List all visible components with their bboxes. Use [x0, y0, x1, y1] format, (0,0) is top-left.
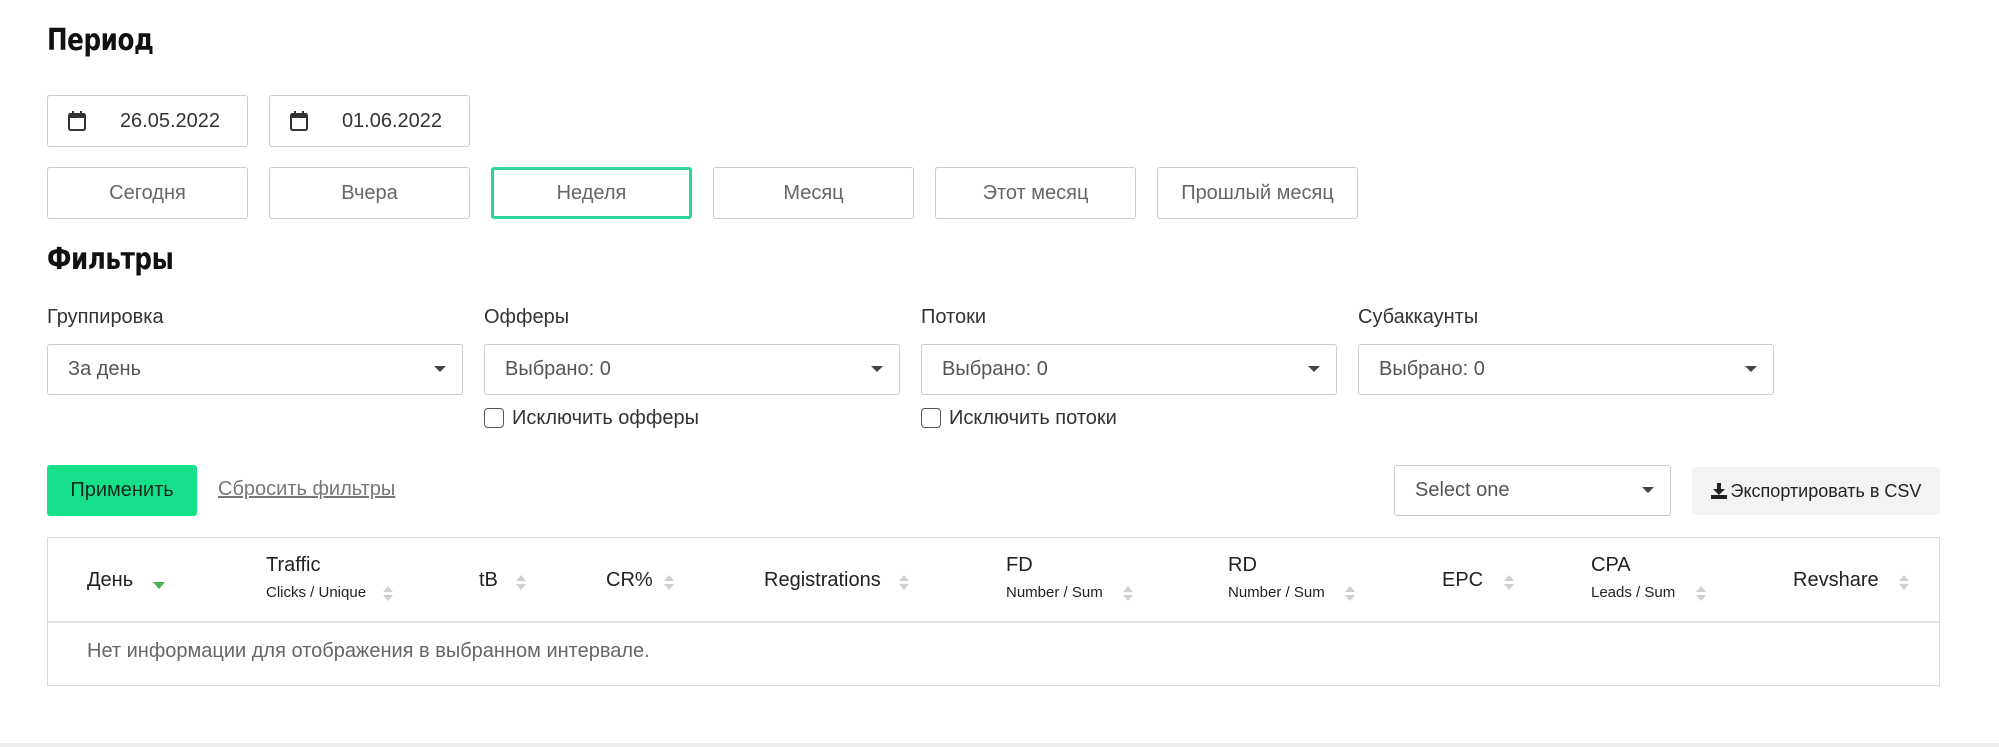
exclude-streams-label: Исключить потоки [949, 406, 1117, 429]
column-sublabel: Leads / Sum [1591, 584, 1676, 601]
page-bottom-divider [0, 743, 1999, 747]
column-header-registrations[interactable]: Registrations [764, 538, 924, 623]
column-label: FD [1006, 554, 1033, 576]
streams-value: Выбрано: 0 [942, 358, 1048, 380]
subaccounts-select[interactable]: Выбрано: 0 [1358, 344, 1774, 395]
sort-icon [516, 575, 526, 591]
sort-icon [1696, 586, 1706, 602]
column-header-tb[interactable]: tB [479, 538, 549, 623]
preset-yesterday-button[interactable]: Вчера [269, 167, 470, 219]
statistics-table: День Traffic Clicks / Unique tB CR% Regi… [47, 537, 1940, 686]
sort-icon [383, 586, 393, 602]
grouping-value: За день [68, 358, 142, 380]
preset-month-button[interactable]: Месяц [713, 167, 914, 219]
table-header: День Traffic Clicks / Unique tB CR% Regi… [48, 538, 1939, 623]
column-header-fd[interactable]: FD Number / Sum [1006, 538, 1146, 623]
caret-down-icon [1642, 487, 1654, 493]
columns-select[interactable]: Select one [1394, 465, 1671, 516]
sort-icon [1345, 586, 1355, 602]
column-sublabel: Number / Sum [1228, 584, 1325, 601]
column-label: Traffic [266, 554, 321, 576]
offers-label: Офферы [484, 306, 570, 328]
empty-table-message: Нет информации для отображения в выбранн… [87, 640, 650, 662]
sort-icon [1899, 575, 1909, 591]
column-label: tB [479, 569, 498, 591]
preset-this-month-button[interactable]: Этот месяц [935, 167, 1136, 219]
preset-today-button[interactable]: Сегодня [47, 167, 248, 219]
column-label: CPA [1591, 554, 1631, 576]
column-label: Revshare [1793, 569, 1879, 591]
export-csv-button[interactable]: Экспортировать в CSV [1692, 467, 1940, 515]
date-to-input[interactable]: 01.06.2022 [269, 95, 470, 147]
column-label: День [87, 569, 134, 591]
apply-button[interactable]: Применить [47, 465, 197, 516]
period-title: Период [47, 23, 154, 58]
calendar-icon [290, 111, 308, 131]
column-label: RD [1228, 554, 1257, 576]
column-sublabel: Number / Sum [1006, 584, 1103, 601]
sort-icon [899, 575, 909, 591]
preset-week-button[interactable]: Неделя [491, 167, 692, 219]
grouping-label: Группировка [47, 306, 164, 328]
column-label: Registrations [764, 569, 881, 591]
streams-label: Потоки [921, 306, 987, 328]
sort-desc-active-icon [153, 582, 165, 589]
sort-icon [1123, 586, 1133, 602]
statistics-page: Период 26.05.2022 01.06.2022 Сегодня Вче… [0, 0, 1999, 747]
column-sublabel: Clicks / Unique [266, 584, 367, 601]
exclude-offers-checkbox[interactable] [484, 408, 504, 428]
column-header-cpa[interactable]: CPA Leads / Sum [1591, 538, 1721, 623]
offers-select[interactable]: Выбрано: 0 [484, 344, 900, 395]
filters-title: Фильтры [47, 242, 174, 277]
column-header-epc[interactable]: EPC [1442, 538, 1532, 623]
subaccounts-label: Субаккаунты [1358, 306, 1479, 328]
download-icon [1710, 482, 1727, 499]
column-header-revshare[interactable]: Revshare [1793, 538, 1923, 623]
offers-value: Выбрано: 0 [505, 358, 611, 380]
reset-filters-link[interactable]: Сбросить фильтры [218, 478, 395, 501]
columns-select-placeholder: Select one [1415, 479, 1510, 501]
streams-select[interactable]: Выбрано: 0 [921, 344, 1337, 395]
caret-down-icon [434, 366, 446, 372]
column-header-cr[interactable]: CR% [606, 538, 696, 623]
date-to-value: 01.06.2022 [341, 110, 443, 132]
preset-last-month-button[interactable]: Прошлый месяц [1157, 167, 1358, 219]
date-from-value: 26.05.2022 [119, 110, 221, 132]
grouping-select[interactable]: За день [47, 344, 463, 395]
date-from-input[interactable]: 26.05.2022 [47, 95, 248, 147]
column-header-day[interactable]: День [87, 538, 207, 623]
column-label: CR% [606, 569, 653, 591]
sort-icon [1504, 575, 1514, 591]
subaccounts-value: Выбрано: 0 [1379, 358, 1485, 380]
caret-down-icon [1308, 366, 1320, 372]
exclude-streams-option[interactable]: Исключить потоки [921, 406, 1117, 430]
exclude-streams-checkbox[interactable] [921, 408, 941, 428]
exclude-offers-option[interactable]: Исключить офферы [484, 406, 699, 430]
column-label: EPC [1442, 569, 1484, 591]
caret-down-icon [1745, 366, 1757, 372]
column-header-traffic[interactable]: Traffic Clicks / Unique [266, 538, 426, 623]
column-header-rd[interactable]: RD Number / Sum [1228, 538, 1368, 623]
sort-icon [664, 575, 674, 591]
export-csv-label: Экспортировать в CSV [1730, 481, 1922, 501]
calendar-icon [68, 111, 86, 131]
caret-down-icon [871, 366, 883, 372]
exclude-offers-label: Исключить офферы [512, 406, 699, 429]
